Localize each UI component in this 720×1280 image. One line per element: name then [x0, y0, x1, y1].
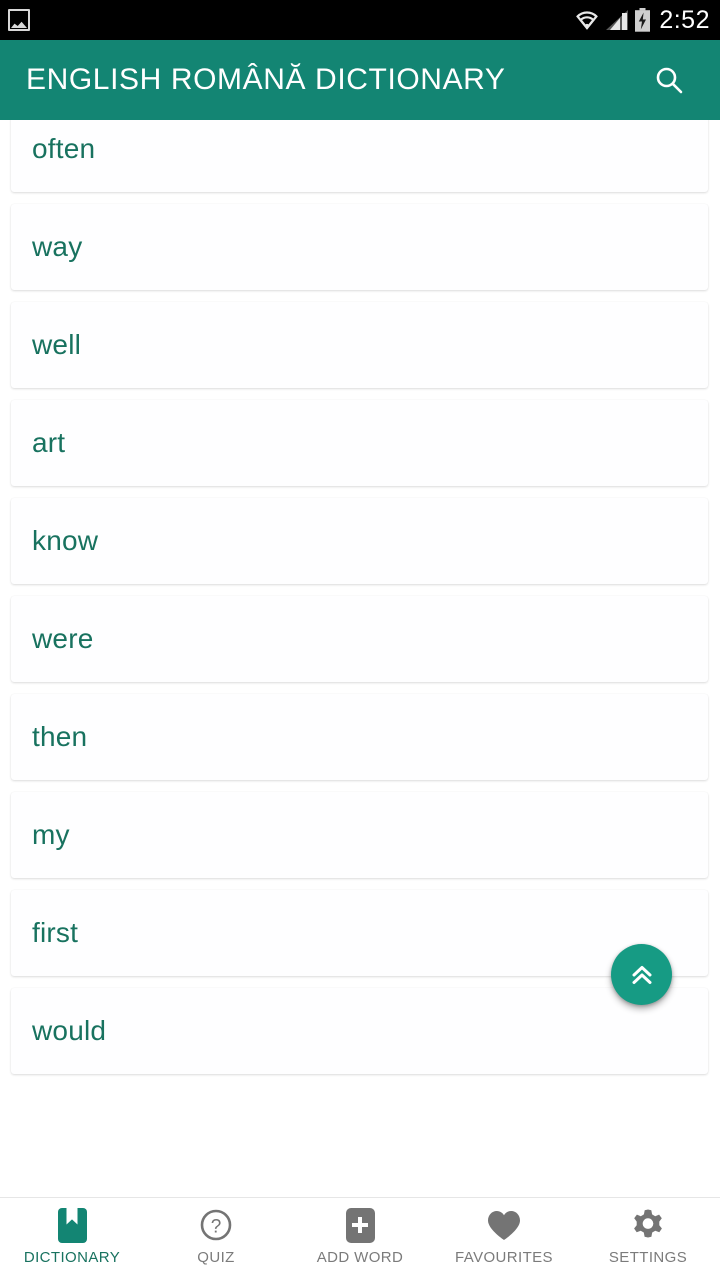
wifi-icon — [576, 11, 599, 30]
word-label: my — [32, 819, 70, 850]
nav-label-settings: SETTINGS — [608, 1249, 688, 1266]
word-label: art — [32, 427, 66, 458]
svg-text:?: ? — [211, 1217, 222, 1238]
heart-icon — [488, 1210, 520, 1240]
word-label: well — [32, 329, 82, 360]
word-label: would — [32, 1015, 107, 1046]
word-label: way — [32, 231, 83, 262]
word-list-item[interactable]: know — [11, 498, 708, 584]
status-bar-left — [8, 9, 30, 31]
word-label: first — [32, 917, 79, 948]
gear-icon — [634, 1209, 662, 1238]
search-icon — [656, 67, 683, 94]
bottom-navigation-bar: DICTIONARY ? QUIZ ADD WORD FAVOURITES SE… — [0, 1197, 720, 1280]
word-list-item[interactable]: my — [11, 792, 708, 878]
word-label: then — [32, 721, 88, 752]
nav-item-favourites[interactable]: FAVOURITES — [432, 1207, 576, 1266]
image-notification-icon — [8, 9, 30, 31]
cellular-signal-icon — [606, 10, 629, 30]
word-list-item[interactable]: were — [11, 596, 708, 682]
word-label: were — [32, 623, 94, 654]
battery-charging-icon — [635, 8, 651, 32]
page-title: ENGLISH ROMÂNĂ DICTIONARY — [26, 63, 506, 96]
book-bookmark-icon — [54, 1207, 90, 1243]
question-circle-icon: ? — [200, 1209, 232, 1241]
nav-label-quiz: QUIZ — [197, 1249, 235, 1266]
word-list-item[interactable]: often — [11, 120, 708, 192]
status-bar: 2:52 — [0, 0, 720, 40]
nav-item-settings[interactable]: SETTINGS — [576, 1207, 720, 1266]
word-list: often way well art know were then my first would — [0, 120, 720, 1086]
word-list-item[interactable]: way — [11, 204, 708, 290]
nav-item-dictionary[interactable]: DICTIONARY — [0, 1207, 144, 1266]
word-list-item[interactable]: first — [11, 890, 708, 976]
word-list-item[interactable]: art — [11, 400, 708, 486]
app-screen: 2:52 ENGLISH ROMÂNĂ DICTIONARY often way w… — [0, 0, 720, 1280]
word-label: know — [32, 525, 99, 556]
word-list-scroll-area[interactable]: often way well art know were then my first would — [0, 120, 720, 1197]
word-label: often — [32, 133, 96, 164]
word-list-item[interactable]: would — [11, 988, 708, 1074]
word-list-item[interactable]: then — [11, 694, 708, 780]
nav-item-add-word[interactable]: ADD WORD — [288, 1207, 432, 1266]
status-bar-right: 2:52 — [574, 5, 710, 34]
scroll-to-top-fab[interactable] — [611, 944, 672, 1005]
app-bar: ENGLISH ROMÂNĂ DICTIONARY — [0, 40, 720, 120]
nav-label-favourites: FAVOURITES — [455, 1249, 553, 1266]
nav-label-dictionary: DICTIONARY — [23, 1249, 121, 1266]
double-chevron-up-icon — [632, 965, 651, 984]
nav-label-add-word: ADD WORD — [316, 1249, 404, 1266]
word-list-item[interactable]: well — [11, 302, 708, 388]
status-bar-clock: 2:52 — [659, 5, 710, 34]
nav-item-quiz[interactable]: ? QUIZ — [144, 1207, 288, 1266]
plus-square-icon — [342, 1207, 378, 1243]
search-button[interactable] — [642, 53, 696, 107]
